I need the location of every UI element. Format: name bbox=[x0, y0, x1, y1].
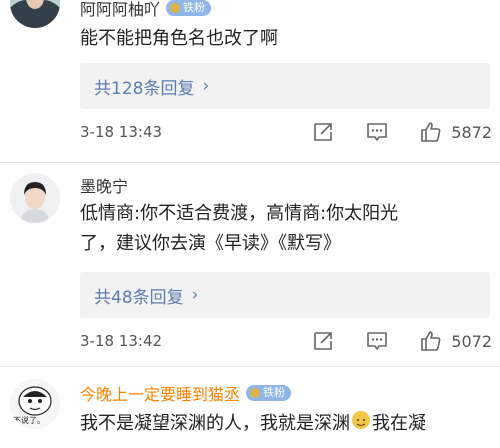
smile-emoji-icon bbox=[352, 411, 370, 429]
comment-text: 能不能把角色名也改了啊 bbox=[80, 24, 492, 54]
fan-badge: 铁粉 bbox=[246, 385, 292, 401]
username-row: 阿阿阿柚吖 铁粉 bbox=[80, 0, 212, 20]
badge-label: 铁粉 bbox=[263, 386, 286, 399]
comment-meta: 3-18 13:43 5872 bbox=[80, 119, 492, 145]
comment-item: 阿阿阿柚吖 铁粉 能不能把角色名也改了啊 共128条回复 › 3-18 13:4… bbox=[0, 0, 500, 180]
like-count: 5872 bbox=[451, 122, 492, 142]
comment-line: 低情商:你不适合费渡，高情商:你太阳光 bbox=[80, 203, 399, 224]
share-icon[interactable] bbox=[311, 120, 335, 144]
username-row: 墨晚宁 bbox=[80, 173, 128, 197]
comment-item: 不说了。 今晚上一定要睡到猫丞 铁粉 我不是凝望深渊的人，我就是深渊 我在凝 bbox=[0, 367, 500, 448]
avatar[interactable] bbox=[10, 0, 60, 28]
comment-line: 我不是凝望深渊的人，我就是深渊 bbox=[80, 413, 350, 434]
username[interactable]: 阿阿阿柚吖 bbox=[80, 0, 160, 20]
badge-label: 铁粉 bbox=[183, 1, 206, 14]
reply-count-label: 共128条回复 bbox=[94, 78, 195, 99]
share-icon[interactable] bbox=[311, 329, 335, 353]
timestamp: 3-18 13:43 bbox=[80, 123, 163, 141]
comment-text: 我不是凝望深渊的人，我就是深渊 我在凝 bbox=[80, 409, 492, 439]
chevron-right-icon: › bbox=[202, 76, 210, 96]
reply-count-label: 共48条回复 bbox=[94, 287, 184, 308]
comment-line: 了，建议你去演《早读》《默写》 bbox=[80, 233, 341, 254]
chevron-right-icon: › bbox=[191, 285, 199, 305]
reply-summary-button[interactable]: 共128条回复 › bbox=[80, 63, 490, 109]
comment-text: 低情商:你不适合费渡，高情商:你太阳光 了，建议你去演《早读》《默写》 bbox=[80, 199, 492, 259]
like-count: 5072 bbox=[451, 331, 492, 351]
comment-actions: 5072 bbox=[281, 329, 492, 353]
reply-summary-button[interactable]: 共48条回复 › bbox=[80, 272, 490, 318]
avatar[interactable] bbox=[10, 173, 60, 223]
comment-icon[interactable] bbox=[365, 120, 389, 144]
comment-meta: 3-18 13:42 5072 bbox=[80, 328, 492, 354]
thumbs-up-icon[interactable] bbox=[419, 120, 443, 144]
comment-actions: 5872 bbox=[281, 120, 492, 144]
username[interactable]: 今晚上一定要睡到猫丞 bbox=[80, 381, 240, 405]
comment-line: 我在凝 bbox=[372, 413, 426, 434]
avatar[interactable]: 不说了。 bbox=[10, 379, 60, 429]
comment-item: 墨晚宁 低情商:你不适合费渡，高情商:你太阳光 了，建议你去演《早读》《默写》 … bbox=[0, 163, 500, 363]
username-row: 今晚上一定要睡到猫丞 铁粉 bbox=[80, 381, 292, 405]
timestamp: 3-18 13:42 bbox=[80, 332, 163, 350]
avatar-caption: 不说了。 bbox=[13, 416, 45, 425]
fan-badge: 铁粉 bbox=[166, 0, 212, 16]
badge-icon bbox=[170, 3, 181, 13]
comment-line: 能不能把角色名也改了啊 bbox=[80, 28, 278, 49]
username[interactable]: 墨晚宁 bbox=[80, 173, 128, 197]
thumbs-up-icon[interactable] bbox=[419, 329, 443, 353]
comment-icon[interactable] bbox=[365, 329, 389, 353]
badge-icon bbox=[250, 388, 261, 398]
